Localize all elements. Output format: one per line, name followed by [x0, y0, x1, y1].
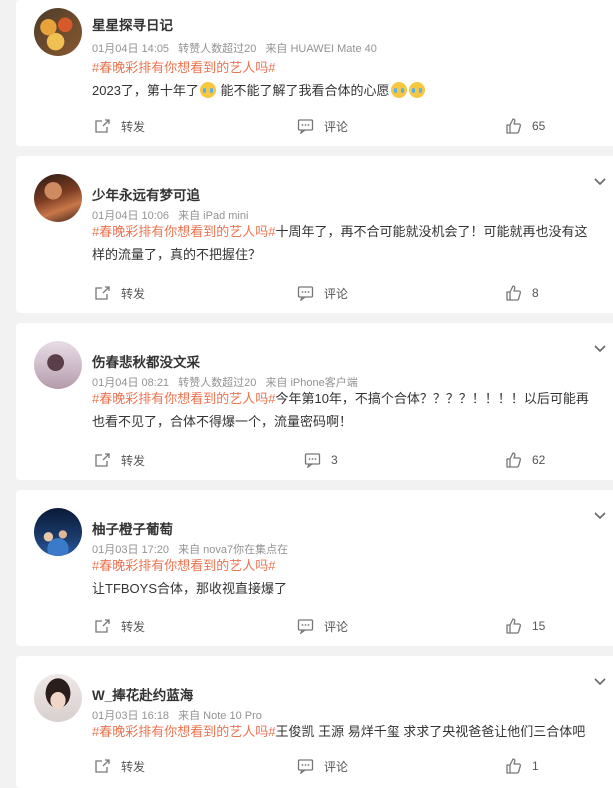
- post-text: 2023了，第十年了: [92, 83, 199, 98]
- repost-button[interactable]: 转发: [94, 116, 145, 136]
- post-actions: 转发 3 62: [16, 450, 613, 470]
- post-text-2: 样的流量了，真的不把握住？: [92, 247, 262, 262]
- hashtag-link[interactable]: #春晚彩排有你想看到的艺人吗#: [92, 558, 275, 573]
- username[interactable]: 少年永远有梦可追: [92, 184, 200, 204]
- username[interactable]: 柚子橙子葡萄: [92, 518, 173, 538]
- post-card: W_捧花赴约蓝海 01月03日 16:18 来自 Note 10 Pro #春晚…: [16, 656, 613, 788]
- like-icon: [506, 618, 522, 634]
- like-icon: [506, 118, 522, 134]
- post-actions: 转发 评论 8: [16, 283, 613, 303]
- username[interactable]: W_捧花赴约蓝海: [92, 684, 193, 704]
- repost-icon: [95, 286, 110, 300]
- like-count: 8: [532, 286, 539, 300]
- post-actions: 转发 评论 65: [16, 116, 613, 136]
- like-count: 62: [532, 453, 546, 467]
- username[interactable]: 伤春悲秋都没文采: [92, 351, 200, 371]
- comment-button[interactable]: 评论: [297, 283, 348, 303]
- post-card: 少年永远有梦可追 01月04日 10:06 来自 iPad mini #春晚彩排…: [16, 156, 613, 313]
- hashtag-link[interactable]: #春晚彩排有你想看到的艺人吗#: [92, 60, 275, 75]
- crying-emoji-icon: [390, 82, 407, 98]
- post-actions: 转发 评论 1: [16, 756, 613, 776]
- chevron-down-icon[interactable]: [593, 341, 607, 353]
- post-text-2: 也看不见了，合体不得爆一个，流量密码啊！: [92, 414, 353, 429]
- repost-icon: [95, 119, 110, 133]
- like-button[interactable]: 15: [505, 616, 545, 636]
- avatar[interactable]: [34, 174, 82, 222]
- post-text: 让TFBOYS合体，那收视直接爆了: [92, 581, 288, 596]
- repost-icon: [95, 759, 110, 773]
- repost-button[interactable]: 转发: [94, 450, 145, 470]
- post-meta: 01月04日 14:05 转赞人数超过20 来自 HUAWEI Mate 40: [92, 40, 383, 56]
- username[interactable]: 星星探寻日记: [92, 14, 173, 34]
- post-text: 十周年了，再不合可能就没机会了！可能就再也没有这: [275, 224, 588, 239]
- post-text: 王俊凯 王源 易烊千玺 求求了央视爸爸让他们三合体吧: [275, 724, 586, 739]
- hashtag-link[interactable]: #春晚彩排有你想看到的艺人吗#: [92, 391, 275, 406]
- post-date[interactable]: 01月04日 14:05: [92, 43, 169, 55]
- like-count: 15: [532, 619, 546, 633]
- chevron-down-icon[interactable]: [593, 174, 607, 186]
- comment-button[interactable]: 评论: [297, 756, 348, 776]
- repost-label: 转发: [121, 453, 146, 468]
- comment-icon: [297, 119, 314, 134]
- hashtag-link[interactable]: #春晚彩排有你想看到的艺人吗#: [92, 224, 275, 239]
- repost-button[interactable]: 转发: [94, 616, 145, 636]
- comment-label: 评论: [324, 119, 349, 134]
- repost-label: 转发: [121, 619, 146, 634]
- comment-button[interactable]: 3: [304, 450, 338, 470]
- post-card: 伤春悲秋都没文采 01月04日 08:21 转赞人数超过20 来自 iPhone…: [16, 323, 613, 480]
- post-source: 来自 HUAWEI Mate 40: [265, 43, 377, 55]
- comment-label: 评论: [324, 619, 349, 634]
- like-button[interactable]: 8: [505, 283, 539, 303]
- post-text-2: 能不能了解了我看合体的心愿: [220, 83, 390, 98]
- like-icon: [506, 758, 522, 774]
- comment-button[interactable]: 评论: [297, 616, 348, 636]
- post-extra: 转赞人数超过20: [178, 43, 257, 55]
- chevron-down-icon[interactable]: [593, 508, 607, 520]
- crying-emoji-icon: [408, 82, 425, 98]
- post-body: #春晚彩排有你想看到的艺人吗# 让TFBOYS合体，那收视直接爆了: [92, 554, 606, 600]
- comment-label: 评论: [324, 759, 349, 774]
- like-icon: [506, 285, 522, 301]
- post-body: #春晚彩排有你想看到的艺人吗#今年第10年，不搞个合体？？？？！！！！以后可能再…: [92, 387, 606, 433]
- hashtag-link[interactable]: #春晚彩排有你想看到的艺人吗#: [92, 724, 275, 739]
- post-body: #春晚彩排有你想看到的艺人吗#十周年了，再不合可能就没机会了！可能就再也没有这 …: [92, 220, 606, 266]
- like-icon: [506, 452, 522, 468]
- avatar[interactable]: [34, 8, 82, 56]
- like-button[interactable]: 1: [505, 756, 539, 776]
- comment-icon: [297, 286, 314, 301]
- chevron-down-icon[interactable]: [593, 674, 607, 686]
- repost-icon: [95, 453, 110, 467]
- comment-icon: [297, 759, 314, 774]
- avatar[interactable]: [34, 341, 82, 389]
- comment-label: 评论: [324, 286, 349, 301]
- post-card: 柚子橙子葡萄 01月03日 17:20 来自 nova7你在集点在 #春晚彩排有…: [16, 490, 613, 646]
- avatar[interactable]: [34, 674, 82, 722]
- repost-label: 转发: [121, 286, 146, 301]
- comment-count: 3: [331, 453, 338, 467]
- repost-button[interactable]: 转发: [94, 283, 145, 303]
- post-card: 星星探寻日记 01月04日 14:05 转赞人数超过20 来自 HUAWEI M…: [16, 0, 613, 146]
- comment-button[interactable]: 评论: [297, 116, 348, 136]
- repost-icon: [95, 619, 110, 633]
- like-button[interactable]: 62: [505, 450, 545, 470]
- post-text: 今年第10年，不搞个合体？？？？！！！！以后可能再: [275, 391, 589, 406]
- avatar[interactable]: [34, 508, 82, 556]
- like-button[interactable]: 65: [505, 116, 545, 136]
- like-count: 65: [532, 119, 546, 133]
- post-body: #春晚彩排有你想看到的艺人吗#王俊凯 王源 易烊千玺 求求了央视爸爸让他们三合体…: [92, 720, 606, 743]
- crying-emoji-icon: [199, 82, 216, 98]
- repost-label: 转发: [121, 759, 146, 774]
- comment-icon: [297, 619, 314, 634]
- repost-label: 转发: [121, 119, 146, 134]
- post-actions: 转发 评论 15: [16, 616, 613, 636]
- like-count: 1: [532, 759, 539, 773]
- post-body: #春晚彩排有你想看到的艺人吗# 2023了，第十年了 能不能了解了我看合体的心愿: [92, 56, 606, 102]
- comment-icon: [304, 453, 321, 468]
- repost-button[interactable]: 转发: [94, 756, 145, 776]
